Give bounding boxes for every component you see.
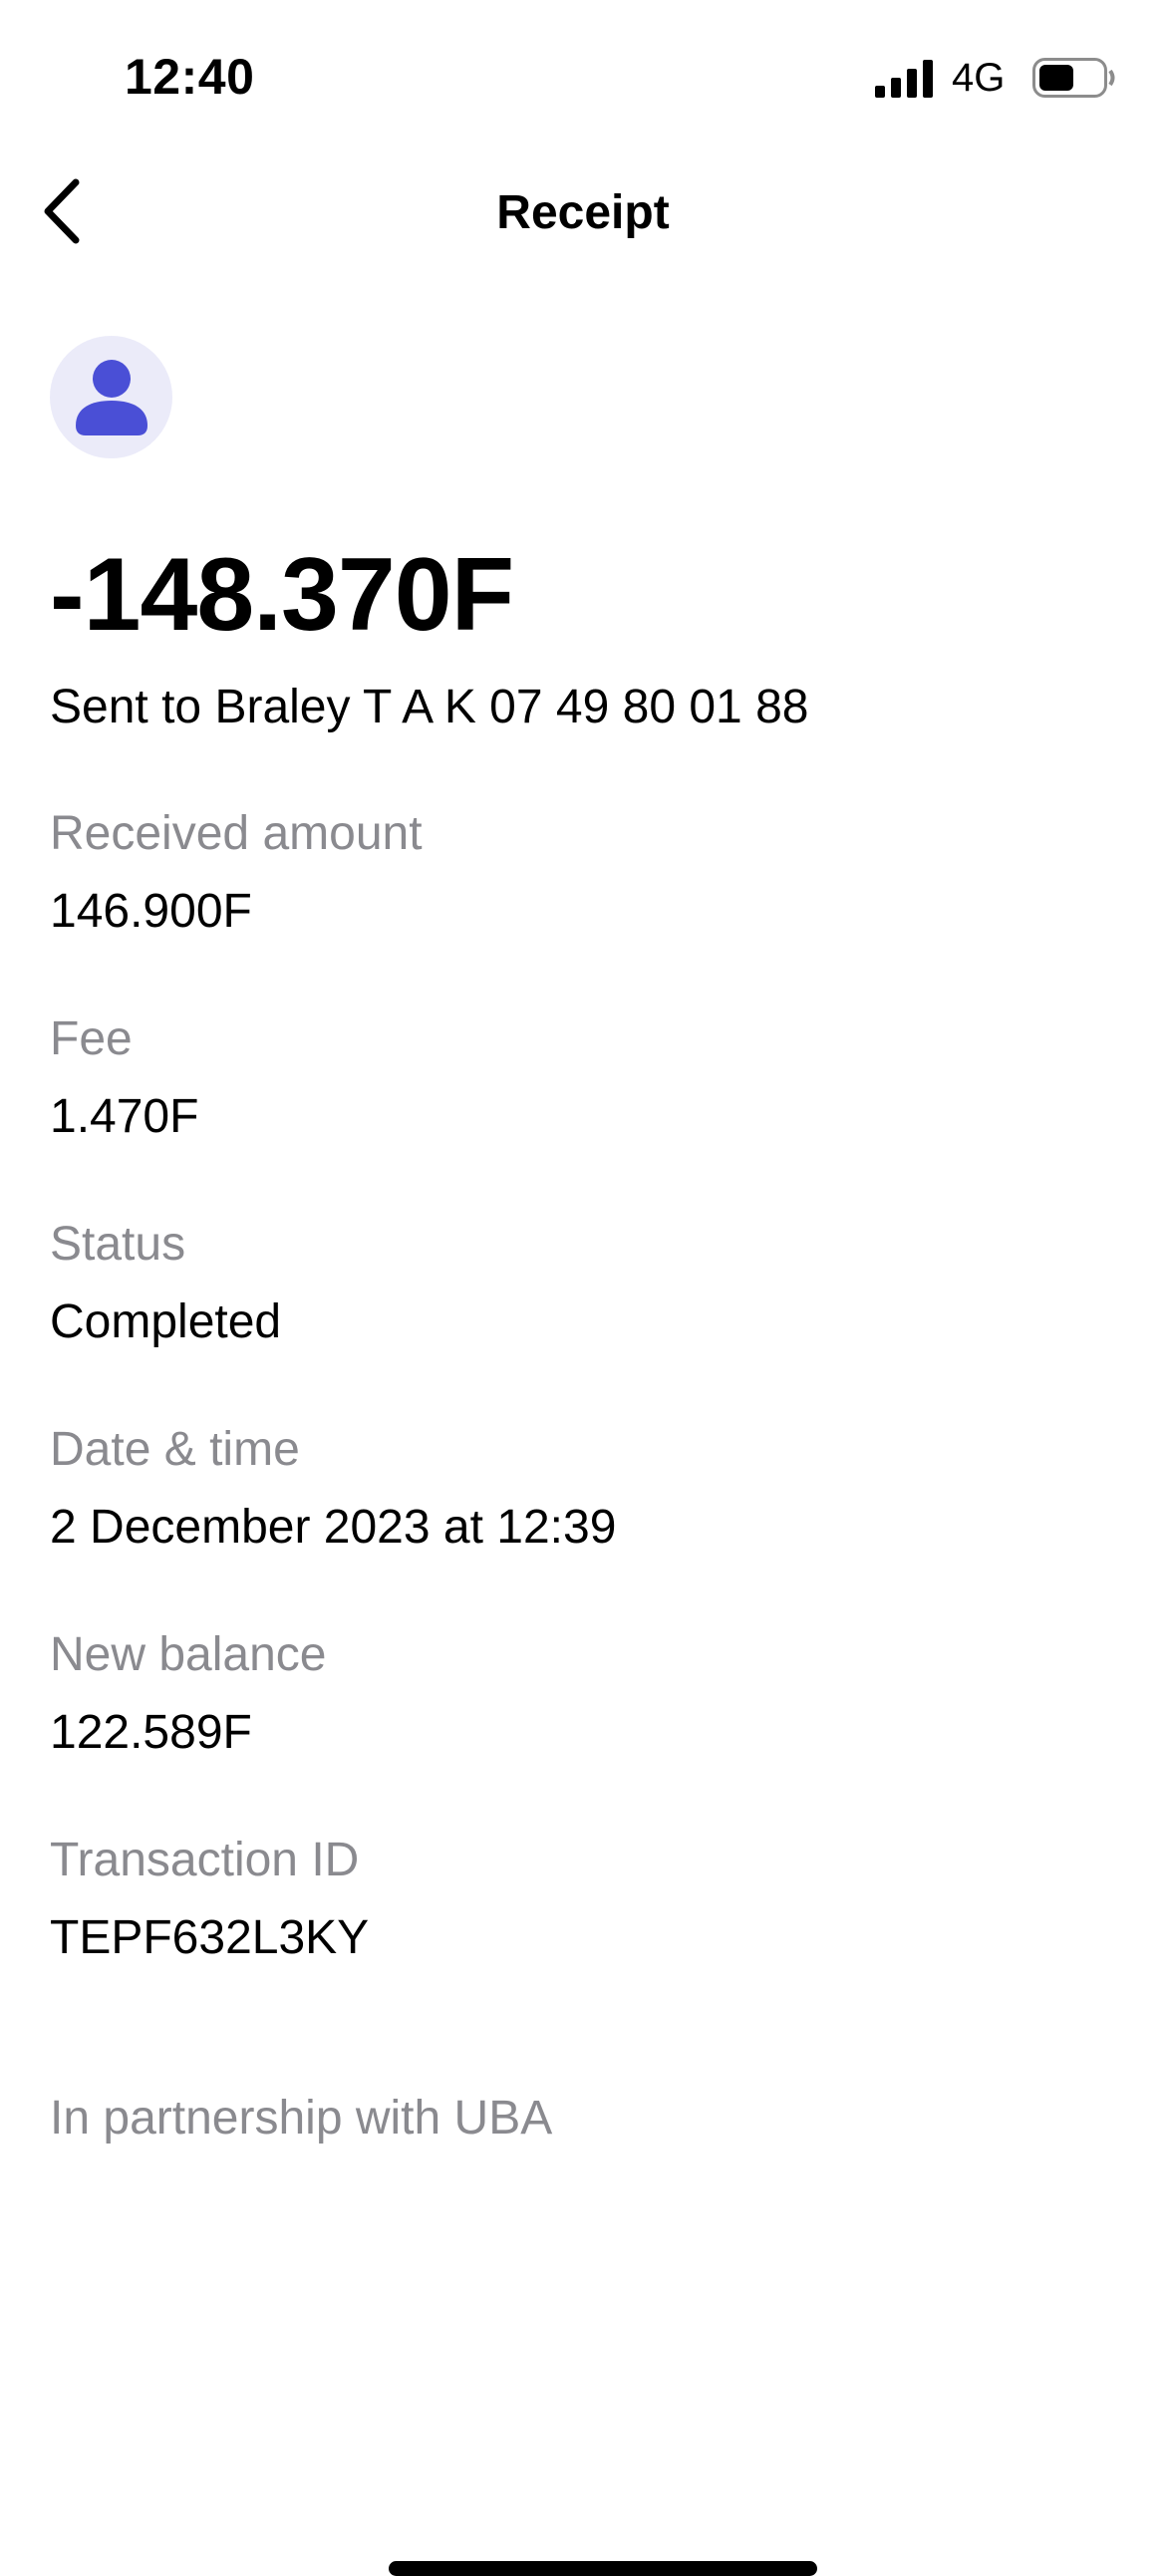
field-label: Date & time (50, 1423, 300, 1476)
battery-icon (1032, 58, 1115, 98)
home-indicator[interactable] (389, 2561, 817, 2576)
field-value: Completed (50, 1295, 282, 1348)
status-field: Status Completed (50, 1216, 281, 1351)
date-time-field: Date & time 2 December 2023 at 12:39 (50, 1421, 616, 1557)
field-value: 2 December 2023 at 12:39 (50, 1501, 617, 1554)
field-label: Received amount (50, 807, 423, 860)
field-value: 122.589F (50, 1706, 252, 1759)
field-value: 1.470F (50, 1090, 199, 1143)
partnership-text: In partnership with UBA (50, 2092, 553, 2145)
avatar (50, 336, 172, 458)
cellular-signal-icon (875, 60, 933, 98)
transaction-amount: -148.370F (50, 537, 514, 653)
field-label: Fee (50, 1012, 133, 1065)
field-value: TEPF632L3KY (50, 1911, 370, 1964)
field-label: New balance (50, 1628, 327, 1681)
network-label: 4G (952, 56, 1006, 100)
received-amount-field: Received amount 146.900F (50, 805, 423, 941)
status-bar: 12:40 4G (0, 0, 1166, 149)
field-label: Status (50, 1218, 186, 1271)
fee-field: Fee 1.470F (50, 1010, 198, 1146)
page-title: Receipt (496, 186, 670, 239)
field-label: Transaction ID (50, 1834, 360, 1886)
recipient-text: Sent to Braley T A K 07 49 80 01 88 (50, 681, 809, 733)
person-icon (75, 359, 147, 435)
status-time: 12:40 (125, 49, 255, 105)
transaction-id-field: Transaction ID TEPF632L3KY (50, 1832, 369, 1967)
new-balance-field: New balance 122.589F (50, 1626, 327, 1762)
navigation-bar: Receipt (0, 159, 1166, 269)
field-value: 146.900F (50, 885, 252, 938)
